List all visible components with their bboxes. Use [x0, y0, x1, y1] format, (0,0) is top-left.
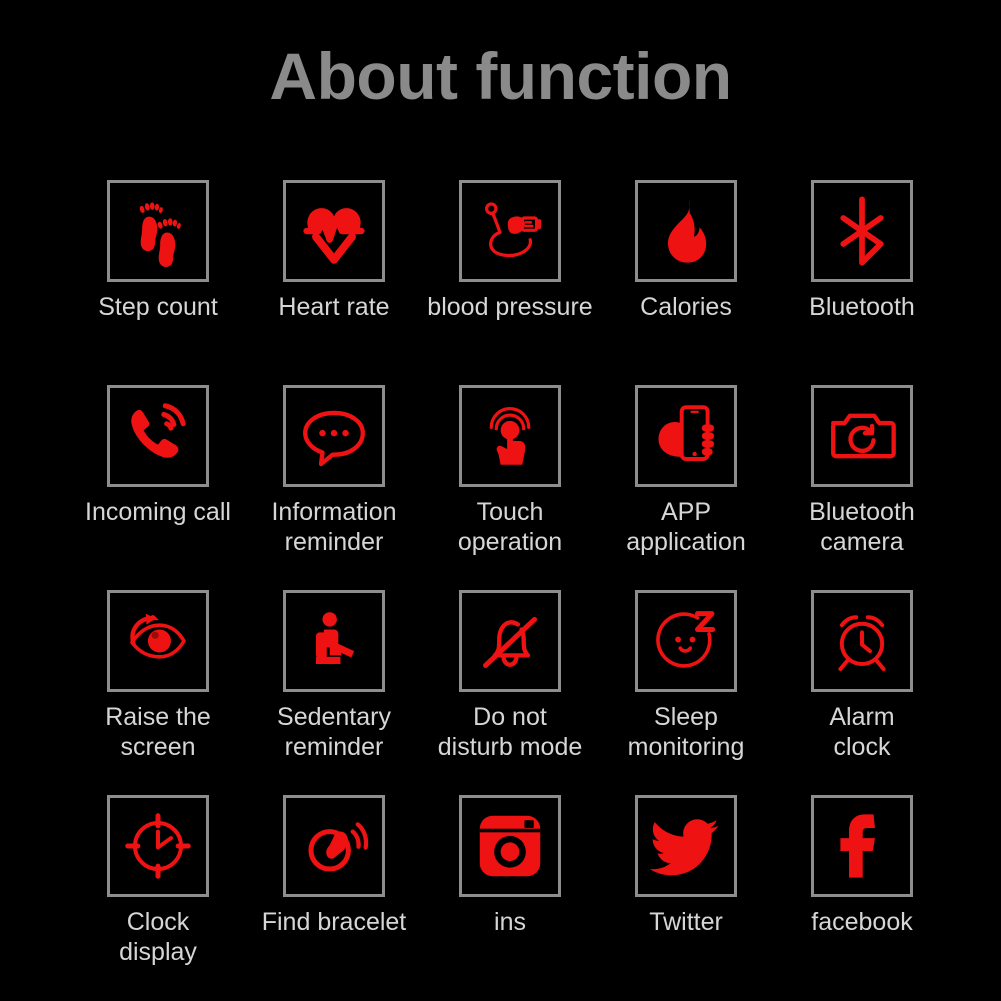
feature-label: Sleep monitoring	[627, 703, 745, 761]
icon-box[interactable]	[107, 180, 209, 282]
clock-face-icon	[122, 810, 194, 882]
icon-box[interactable]	[107, 795, 209, 897]
feature-item[interactable]: Heart rate	[246, 180, 422, 385]
feature-label: Sedentary reminder	[277, 703, 391, 761]
icon-box[interactable]	[811, 385, 913, 487]
heart-pulse-icon	[298, 195, 370, 267]
feature-label: Raise the screen	[105, 703, 211, 761]
feature-label: Do not disturb mode	[437, 703, 583, 761]
feature-label: Touch operation	[457, 498, 563, 556]
feature-item[interactable]: Bluetooth	[774, 180, 950, 385]
feature-item[interactable]: Sedentary reminder	[246, 590, 422, 795]
feature-grid: Step count Heart rate blood pressure Cal…	[70, 180, 950, 1000]
feature-label: facebook	[811, 908, 913, 936]
flame-icon	[650, 195, 722, 267]
feature-label: APP application	[626, 498, 746, 556]
feature-item[interactable]: Bluetooth camera	[774, 385, 950, 590]
feature-label: blood pressure	[427, 293, 593, 321]
feature-item[interactable]: Find bracelet	[246, 795, 422, 1000]
feature-item[interactable]: blood pressure	[422, 180, 598, 385]
hand-holding-phone-icon	[650, 400, 722, 472]
feature-item[interactable]: facebook	[774, 795, 950, 1000]
feature-label: Information reminder	[271, 498, 397, 556]
page-title: About function	[269, 39, 732, 113]
icon-box[interactable]	[107, 385, 209, 487]
icon-box[interactable]	[635, 795, 737, 897]
icon-box[interactable]	[459, 180, 561, 282]
feature-item[interactable]: Touch operation	[422, 385, 598, 590]
icon-box[interactable]	[283, 385, 385, 487]
feature-item[interactable]: Clock display	[70, 795, 246, 1000]
vibrating-bracelet-icon	[298, 810, 370, 882]
sleeping-face-z-icon	[650, 605, 722, 677]
alarm-clock-icon	[826, 605, 898, 677]
icon-box[interactable]	[635, 180, 737, 282]
ringing-phone-icon	[122, 400, 194, 472]
footprints-icon	[122, 195, 194, 267]
feature-label: Calories	[640, 293, 732, 321]
icon-box[interactable]	[635, 590, 737, 692]
feature-item[interactable]: Do not disturb mode	[422, 590, 598, 795]
feature-item[interactable]: Calories	[598, 180, 774, 385]
icon-box[interactable]	[459, 795, 561, 897]
about-function-page: About function Step count Heart rate blo…	[0, 0, 1001, 1001]
feature-label: Twitter	[649, 908, 723, 936]
camera-icon	[826, 400, 898, 472]
icon-box[interactable]	[811, 795, 913, 897]
icon-box[interactable]	[459, 385, 561, 487]
icon-box[interactable]	[635, 385, 737, 487]
feature-item[interactable]: Sleep monitoring	[598, 590, 774, 795]
icon-box[interactable]	[811, 590, 913, 692]
feature-label: Step count	[98, 293, 218, 321]
feature-item[interactable]: Incoming call	[70, 385, 246, 590]
speech-bubble-icon	[298, 400, 370, 472]
feature-label: Find bracelet	[261, 908, 407, 936]
feature-label: Heart rate	[278, 293, 390, 321]
icon-box[interactable]	[283, 795, 385, 897]
feature-item[interactable]: Step count	[70, 180, 246, 385]
icon-box[interactable]	[811, 180, 913, 282]
feature-item[interactable]: APP application	[598, 385, 774, 590]
feature-label: Clock display	[119, 908, 197, 966]
touch-finger-icon	[474, 400, 546, 472]
seated-person-icon	[298, 605, 370, 677]
icon-box[interactable]	[459, 590, 561, 692]
feature-label: Alarm clock	[829, 703, 895, 761]
facebook-f-icon	[826, 810, 898, 882]
bell-muted-icon	[474, 605, 546, 677]
blood-pressure-monitor-icon	[474, 195, 546, 267]
feature-label: Incoming call	[85, 498, 231, 526]
icon-box[interactable]	[107, 590, 209, 692]
feature-item[interactable]: ins	[422, 795, 598, 1000]
feature-item[interactable]: Information reminder	[246, 385, 422, 590]
feature-label: Bluetooth camera	[809, 498, 915, 556]
eye-rotate-icon	[122, 605, 194, 677]
feature-item[interactable]: Raise the screen	[70, 590, 246, 795]
feature-item[interactable]: Twitter	[598, 795, 774, 1000]
instagram-icon	[474, 810, 546, 882]
feature-label: Bluetooth	[809, 293, 915, 321]
icon-box[interactable]	[283, 590, 385, 692]
icon-box[interactable]	[283, 180, 385, 282]
feature-item[interactable]: Alarm clock	[774, 590, 950, 795]
feature-label: ins	[494, 908, 526, 936]
bluetooth-icon	[826, 195, 898, 267]
twitter-bird-icon	[650, 810, 722, 882]
